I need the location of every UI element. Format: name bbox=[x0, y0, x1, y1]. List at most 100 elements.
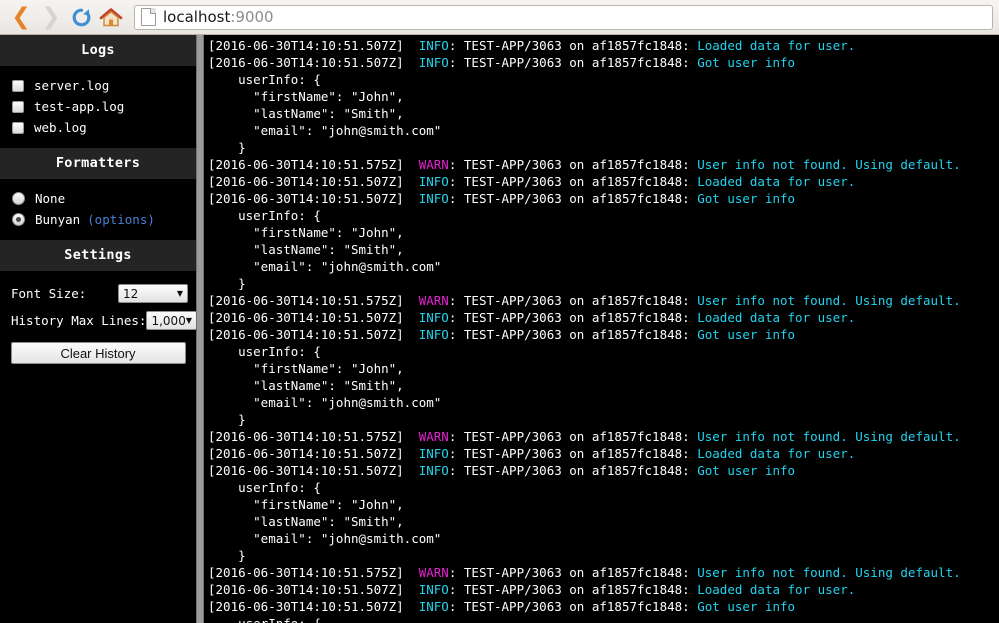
history-max-lines-setting-row: History Max Lines: 1,000 ▼ bbox=[0, 307, 197, 334]
forward-button[interactable]: ❯ bbox=[36, 2, 66, 32]
log-source: TEST-APP/3063 on af1857fc1848: bbox=[463, 157, 690, 172]
history-max-lines-select[interactable]: 1,000 ▼ bbox=[146, 311, 197, 330]
log-level-colon: : bbox=[448, 157, 464, 172]
forward-arrow-icon: ❯ bbox=[41, 3, 61, 30]
settings-body: Font Size: 12 ▼ History Max Lines: 1,000… bbox=[0, 271, 197, 374]
log-message: Got user info bbox=[697, 463, 796, 478]
log-panel-scrollbar[interactable] bbox=[196, 35, 204, 623]
formatter-row[interactable]: None bbox=[0, 188, 196, 209]
log-json-line: userInfo: { bbox=[208, 208, 321, 223]
log-level-colon: : bbox=[448, 327, 464, 342]
home-button[interactable] bbox=[96, 2, 126, 32]
logs-section-header: Logs bbox=[0, 35, 196, 66]
log-message: Loaded data for user. bbox=[697, 310, 856, 325]
log-level-colon: : bbox=[448, 191, 464, 206]
formatters-section-header: Formatters bbox=[0, 148, 196, 179]
formatter-label: None bbox=[35, 191, 66, 206]
log-level-badge: WARN bbox=[418, 293, 449, 308]
url-port-text: :9000 bbox=[230, 8, 274, 26]
formatter-row[interactable]: Bunyan (options) bbox=[0, 209, 196, 230]
font-size-select-value: 12 bbox=[123, 286, 139, 301]
checkbox-icon[interactable] bbox=[12, 121, 24, 134]
log-file-row[interactable]: test-app.log bbox=[0, 96, 196, 117]
log-timestamp: [2016-06-30T14:10:51.507Z] bbox=[208, 38, 404, 53]
log-json-line: userInfo: { bbox=[204, 615, 999, 623]
log-level-badge: INFO bbox=[418, 463, 449, 478]
log-file-row[interactable]: web.log bbox=[0, 117, 196, 138]
chevron-down-icon: ▼ bbox=[185, 315, 192, 325]
log-file-row[interactable]: server.log bbox=[0, 75, 196, 96]
log-level-badge: INFO bbox=[418, 327, 449, 342]
log-source: TEST-APP/3063 on af1857fc1848: bbox=[463, 565, 690, 580]
log-level-colon: : bbox=[448, 446, 464, 461]
history-max-lines-label: History Max Lines: bbox=[11, 313, 147, 328]
browser-toolbar: ❮ ❯ localhost :9000 bbox=[0, 0, 999, 35]
font-size-setting-row: Font Size: 12 ▼ bbox=[0, 280, 196, 307]
log-level-badge: INFO bbox=[418, 310, 449, 325]
log-file-label: test-app.log bbox=[34, 99, 125, 114]
log-json-line: "lastName": "Smith", bbox=[208, 106, 404, 121]
settings-section-header: Settings bbox=[0, 240, 196, 271]
log-entry-line: [2016-06-30T14:10:51.507Z] INFO: TEST-AP… bbox=[204, 173, 999, 190]
log-json-line: "lastName": "Smith", bbox=[208, 514, 404, 529]
log-json-line: "lastName": "Smith", bbox=[208, 242, 404, 257]
log-timestamp: [2016-06-30T14:10:51.507Z] bbox=[208, 463, 404, 478]
log-level-colon: : bbox=[448, 38, 464, 53]
clear-history-button[interactable]: Clear History bbox=[10, 342, 186, 364]
log-source: TEST-APP/3063 on af1857fc1848: bbox=[463, 174, 690, 189]
log-level-badge: INFO bbox=[418, 599, 449, 614]
page-document-icon bbox=[141, 8, 156, 26]
log-message: User info not found. Using default. bbox=[697, 565, 961, 580]
log-timestamp: [2016-06-30T14:10:51.507Z] bbox=[208, 446, 404, 461]
address-bar[interactable]: localhost :9000 bbox=[134, 4, 993, 30]
log-message: User info not found. Using default. bbox=[697, 293, 961, 308]
log-timestamp: [2016-06-30T14:10:51.575Z] bbox=[208, 293, 404, 308]
radio-icon[interactable] bbox=[12, 213, 25, 226]
log-json-line: "email": "john@smith.com" bbox=[208, 531, 442, 546]
log-message: User info not found. Using default. bbox=[697, 157, 961, 172]
log-json-line: } bbox=[208, 140, 246, 155]
log-entry-line: [2016-06-30T14:10:51.507Z] INFO: TEST-AP… bbox=[204, 581, 999, 598]
formatter-label: Bunyan bbox=[35, 212, 81, 227]
log-source: TEST-APP/3063 on af1857fc1848: bbox=[463, 310, 690, 325]
log-source: TEST-APP/3063 on af1857fc1848: bbox=[463, 463, 690, 478]
reload-button[interactable] bbox=[66, 2, 96, 32]
log-entry-line: [2016-06-30T14:10:51.575Z] WARN: TEST-AP… bbox=[204, 292, 999, 309]
log-level-colon: : bbox=[448, 174, 464, 189]
chevron-down-icon: ▼ bbox=[176, 288, 183, 298]
log-entry-line: [2016-06-30T14:10:51.507Z] INFO: TEST-AP… bbox=[204, 309, 999, 326]
back-button[interactable]: ❮ bbox=[6, 2, 36, 32]
font-size-select[interactable]: 12 ▼ bbox=[118, 284, 188, 303]
log-json-line: "firstName": "John", bbox=[208, 89, 404, 104]
checkbox-icon[interactable] bbox=[12, 79, 24, 92]
log-entry-line: [2016-06-30T14:10:51.507Z] INFO: TEST-AP… bbox=[204, 37, 999, 54]
log-json-line: "firstName": "John", bbox=[208, 497, 404, 512]
log-output-panel[interactable]: [2016-06-30T14:10:51.507Z] INFO: TEST-AP… bbox=[204, 35, 999, 623]
checkbox-icon[interactable] bbox=[12, 100, 24, 113]
page-body: Logs server.log test-app.log web.log Forma… bbox=[0, 35, 999, 623]
history-max-lines-select-value: 1,000 bbox=[151, 313, 186, 328]
log-message: Loaded data for user. bbox=[697, 174, 856, 189]
log-level-badge: WARN bbox=[418, 565, 449, 580]
formatter-options-link[interactable]: (options) bbox=[87, 212, 155, 227]
log-level-colon: : bbox=[448, 293, 464, 308]
back-arrow-icon: ❮ bbox=[11, 3, 31, 30]
log-message: Got user info bbox=[697, 55, 796, 70]
log-json-line: userInfo: { bbox=[208, 480, 321, 495]
radio-icon[interactable] bbox=[12, 192, 25, 205]
log-timestamp: [2016-06-30T14:10:51.575Z] bbox=[208, 157, 404, 172]
log-message: Loaded data for user. bbox=[697, 446, 856, 461]
log-source: TEST-APP/3063 on af1857fc1848: bbox=[463, 446, 690, 461]
log-file-label: server.log bbox=[34, 78, 110, 93]
log-json-line: "email": "john@smith.com" bbox=[208, 259, 442, 274]
logs-list: server.log test-app.log web.log bbox=[0, 66, 196, 148]
log-entry-line: [2016-06-30T14:10:51.575Z] WARN: TEST-AP… bbox=[204, 156, 999, 173]
log-json-line: userInfo: { bbox=[208, 72, 321, 87]
log-message: Loaded data for user. bbox=[697, 38, 856, 53]
log-level-colon: : bbox=[448, 429, 464, 444]
log-message: Loaded data for user. bbox=[697, 582, 856, 597]
log-timestamp: [2016-06-30T14:10:51.507Z] bbox=[208, 599, 404, 614]
log-source: TEST-APP/3063 on af1857fc1848: bbox=[463, 429, 690, 444]
log-timestamp: [2016-06-30T14:10:51.575Z] bbox=[208, 565, 404, 580]
log-level-colon: : bbox=[448, 565, 464, 580]
